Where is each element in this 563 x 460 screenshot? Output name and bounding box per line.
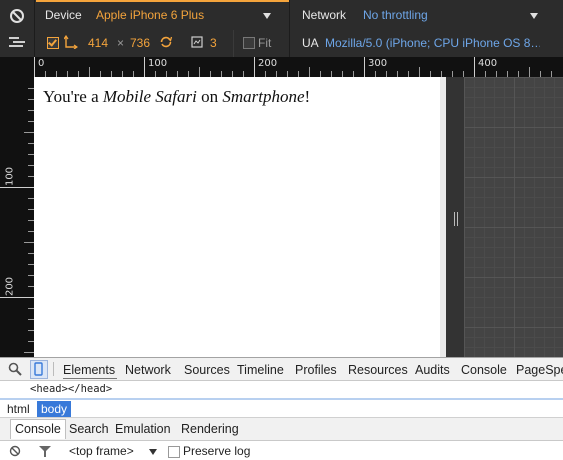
- network-throttling-select[interactable]: No throttling: [363, 8, 428, 22]
- drawer-tab-search[interactable]: Search: [69, 422, 109, 436]
- tab-sources[interactable]: Sources: [184, 363, 230, 377]
- tab-resources[interactable]: Resources: [348, 363, 408, 377]
- tab-network[interactable]: Network: [125, 363, 171, 377]
- text-after: !: [304, 87, 311, 106]
- ruler-corner: [0, 57, 34, 77]
- breadcrumb-html[interactable]: html: [3, 401, 34, 417]
- tab-elements-indicator: [63, 378, 117, 379]
- vruler-label-200: 200: [4, 276, 16, 297]
- horizontal-ruler: 0 100 200 300 400: [34, 57, 563, 77]
- text-before: You're a: [43, 87, 103, 106]
- toolbar-divider: [289, 0, 290, 57]
- ruler-label-200: 200: [258, 58, 278, 69]
- preserve-log-checkbox[interactable]: [168, 446, 180, 458]
- emulate-resolution-checkbox[interactable]: [47, 37, 59, 49]
- breadcrumb-body[interactable]: body: [37, 401, 72, 417]
- vruler-label-100: 100: [4, 166, 16, 187]
- tab-timeline[interactable]: Timeline: [237, 363, 284, 377]
- emulated-viewport[interactable]: [34, 77, 440, 357]
- ruler-label-0: 0: [38, 58, 45, 69]
- filter-icon[interactable]: [39, 446, 51, 457]
- emulation-canvas-background: [464, 77, 563, 357]
- drawer-tab-rendering[interactable]: Rendering: [181, 422, 239, 436]
- clear-console-icon[interactable]: [9, 445, 21, 457]
- breadcrumb: [0, 398, 563, 418]
- tab-pagespeed[interactable]: PageSpe: [516, 363, 563, 377]
- ruler-label-400: 400: [478, 58, 498, 69]
- toolbar-menu-icon[interactable]: [9, 36, 25, 48]
- tab-audits[interactable]: Audits: [415, 363, 450, 377]
- times-sign: ×: [117, 36, 125, 50]
- swap-dimensions-icon[interactable]: [159, 35, 173, 49]
- frame-dropdown-arrow-icon[interactable]: [149, 449, 157, 455]
- dimensions-icon: [63, 34, 79, 50]
- tab-console[interactable]: Console: [461, 363, 507, 377]
- viewport-resizer[interactable]: [440, 77, 464, 357]
- disable-emulation-icon[interactable]: [9, 8, 25, 24]
- inspect-element-icon[interactable]: [8, 362, 22, 376]
- toolbar-inner-divider: [233, 30, 234, 57]
- device-select[interactable]: Apple iPhone 6 Plus: [96, 8, 204, 22]
- device-dropdown-arrow-icon[interactable]: [263, 13, 271, 19]
- user-agent-label: UA: [302, 36, 319, 50]
- resize-handle-icon[interactable]: [453, 212, 459, 226]
- drawer-tab-console[interactable]: Console: [10, 419, 66, 439]
- frame-select[interactable]: <top frame>: [69, 444, 134, 458]
- ruler-label-100: 100: [148, 58, 168, 69]
- browser-name: Mobile Safari: [102, 87, 197, 106]
- height-input[interactable]: 736: [130, 36, 150, 50]
- device-label: Device: [45, 8, 82, 22]
- user-agent-input[interactable]: Mozilla/5.0 (iPhone; CPU iPhone OS 8…: [325, 36, 540, 50]
- mobile-device-icon: [34, 362, 43, 376]
- device-section-accent: [36, 0, 289, 2]
- tabbar-divider: [53, 362, 54, 376]
- network-dropdown-arrow-icon[interactable]: [530, 13, 538, 19]
- device-type: Smartphone: [222, 87, 305, 106]
- dom-node-head[interactable]: <head></head>: [30, 383, 112, 395]
- page-content-text: You're a Mobile Safari on Smartphone!: [43, 87, 310, 107]
- tab-elements[interactable]: Elements: [63, 363, 115, 377]
- network-label: Network: [302, 8, 347, 22]
- fit-checkbox[interactable]: [243, 37, 255, 49]
- fit-label: Fit: [258, 36, 272, 50]
- tab-profiles[interactable]: Profiles: [295, 363, 337, 377]
- width-input[interactable]: 414: [88, 36, 108, 50]
- ruler-label-300: 300: [368, 58, 388, 69]
- text-middle: on: [196, 87, 223, 106]
- vertical-ruler: 100 200: [0, 77, 34, 357]
- device-pixel-ratio-input[interactable]: 3: [210, 36, 217, 50]
- preserve-log-label: Preserve log: [183, 444, 251, 458]
- device-pixel-ratio-icon: [191, 36, 203, 48]
- drawer-tab-emulation[interactable]: Emulation: [115, 422, 171, 436]
